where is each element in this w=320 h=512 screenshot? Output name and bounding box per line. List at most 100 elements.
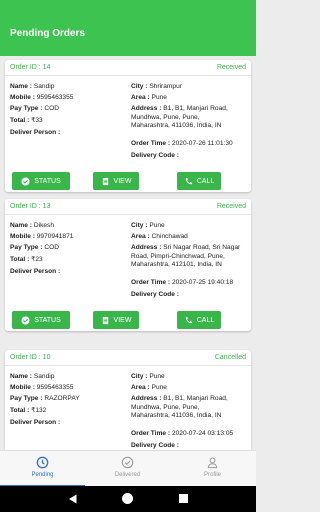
deliver-person-field: Deliver Person : <box>10 129 61 136</box>
status-button[interactable]: STATUS <box>12 311 70 329</box>
status-button-label: STATUS <box>34 316 61 324</box>
order-id: Order ID : 10 <box>10 354 51 361</box>
check-circle-icon <box>21 176 30 186</box>
nav-label: Delivered <box>114 472 141 478</box>
order-id: Order ID : 14 <box>10 64 51 71</box>
area-field: Area : Pune <box>131 94 167 101</box>
total-value: ₹33 <box>31 117 43 124</box>
order-card: Order ID : 14 Received Name : Sandip Mob… <box>5 60 251 192</box>
call-button[interactable]: CALL <box>177 311 221 329</box>
city-value: Pune <box>149 222 165 229</box>
check-circle-icon <box>21 315 30 325</box>
call-button-label: CALL <box>196 177 215 185</box>
address-line: Maharashtra, 411036, India, IN <box>131 122 222 129</box>
call-button[interactable]: CALL <box>177 172 221 190</box>
pay-type-field: Pay Type : COD <box>10 105 59 112</box>
view-button[interactable]: VIEW <box>93 311 139 329</box>
document-icon <box>102 177 108 185</box>
view-button[interactable]: VIEW <box>93 172 139 190</box>
back-icon[interactable] <box>68 494 78 504</box>
call-button-label: CALL <box>196 316 215 324</box>
order-time-value: 2020-07-25 19:40:18 <box>171 279 234 286</box>
deliver-person-field: Deliver Person : <box>10 268 61 275</box>
view-button-label: VIEW <box>113 177 132 185</box>
pay-type-value: COD <box>44 244 59 251</box>
mobile-value: 9595463355 <box>36 384 74 391</box>
pay-type-value: COD <box>44 105 59 112</box>
orders-list[interactable]: Order ID : 14 Received Name : Sandip Mob… <box>0 56 256 450</box>
mobile-value: 9595463355 <box>36 94 74 101</box>
customer-name: Dikesh <box>33 222 54 229</box>
customer-name: Sandip <box>33 83 55 90</box>
area-field: Area : Chinchawad <box>131 233 188 240</box>
order-status: Received <box>216 64 246 71</box>
check-circle-icon <box>121 456 134 469</box>
order-id: Order ID : 13 <box>10 203 51 210</box>
customer-name: Sandip <box>33 373 55 380</box>
page-title: Pending Orders <box>10 28 86 39</box>
recent-apps-icon[interactable] <box>179 494 188 503</box>
order-card: Order ID : 13 Received Name : Dikesh Mob… <box>5 199 251 331</box>
clock-icon <box>36 456 49 469</box>
pay-type-field: Pay Type : COD <box>10 244 59 251</box>
order-card: Order ID : 10 Cancelled Name : Sandip Mo… <box>5 350 251 450</box>
address-line: Mundhwa, Pune, Pune, <box>131 403 200 411</box>
customer-name-field: Name : Sandip <box>10 83 55 90</box>
nav-item-profile[interactable]: Profile <box>170 451 255 487</box>
system-navigation-bar <box>0 486 256 512</box>
nav-item-delivered[interactable]: Delivered <box>85 451 170 487</box>
city-field: City : Pune <box>131 373 165 380</box>
document-icon <box>102 316 108 324</box>
address-line: Mundhwa, Pune, Pune, <box>131 113 200 121</box>
area-field: Area : Pune <box>131 384 167 391</box>
order-time-value: 2020-07-24 03:13:05 <box>171 430 234 437</box>
deliver-person-field: Deliver Person : <box>10 419 61 426</box>
total-value: ₹132 <box>31 407 47 414</box>
order-status: Cancelled <box>214 354 246 361</box>
area-value: Pune <box>151 384 167 391</box>
nav-item-pending[interactable]: Pending <box>0 451 85 487</box>
total-field: Total : ₹33 <box>10 117 43 124</box>
total-field: Total : ₹132 <box>10 407 47 414</box>
home-icon[interactable] <box>122 493 133 504</box>
area-value: Pune <box>151 94 167 101</box>
order-time-value: 2020-07-26 11:01:30 <box>171 140 233 147</box>
city-field: City : Pune <box>131 222 165 229</box>
mobile-field: Mobile : 9970941871 <box>10 233 74 240</box>
customer-name-field: Name : Sandip <box>10 373 55 380</box>
nav-label: Profile <box>203 472 221 478</box>
address-line: B1, B1, Manjari Road, <box>163 395 228 402</box>
phone-icon <box>185 177 192 184</box>
order-time-field: Order Time : 2020-07-24 03:13:05 <box>131 430 234 437</box>
total-field: Total : ₹23 <box>10 256 43 263</box>
customer-name-field: Name : Dikesh <box>10 222 54 229</box>
mobile-field: Mobile : 9595463355 <box>10 384 74 391</box>
bottom-navigation: Pending Delivered Profile <box>0 450 256 487</box>
status-button[interactable]: STATUS <box>12 172 70 190</box>
pay-type-field: Pay Type : RAZORPAY <box>10 395 80 402</box>
delivery-code-field: Delivery Code : <box>131 152 180 159</box>
address-line: Sri Nagar Road, Sri Nagar <box>163 244 241 251</box>
nav-label: Pending <box>31 472 54 478</box>
phone-icon <box>185 316 192 323</box>
address-line: Maharashtra, 411036, India, IN <box>131 412 222 419</box>
address-field: Address : B1, B1, Manjari Road, Mundhwa,… <box>131 395 228 419</box>
mobile-value: 9970941871 <box>36 233 74 240</box>
order-time-field: Order Time : 2020-07-26 11:01:30 <box>131 140 233 147</box>
total-value: ₹23 <box>31 256 43 263</box>
area-value: Chinchawad <box>151 233 188 240</box>
order-status: Received <box>216 203 246 210</box>
app-bar: Pending Orders <box>0 0 256 56</box>
city-field: City : Shrirampur <box>131 83 182 90</box>
address-field: Address : Sri Nagar Road, Sri Nagar Road… <box>131 244 241 268</box>
delivery-code-field: Delivery Code : <box>131 291 180 298</box>
order-card-header: Order ID : 10 Cancelled <box>5 350 251 366</box>
person-icon <box>207 457 218 469</box>
status-button-label: STATUS <box>34 177 61 185</box>
view-button-label: VIEW <box>113 316 132 324</box>
address-field: Address : B1, B1, Manjari Road, Mundhwa,… <box>131 105 228 129</box>
order-time-field: Order Time : 2020-07-25 19:40:18 <box>131 279 234 286</box>
city-value: Pune <box>149 373 165 380</box>
order-card-header: Order ID : 14 Received <box>5 60 251 76</box>
order-card-header: Order ID : 13 Received <box>5 199 251 215</box>
